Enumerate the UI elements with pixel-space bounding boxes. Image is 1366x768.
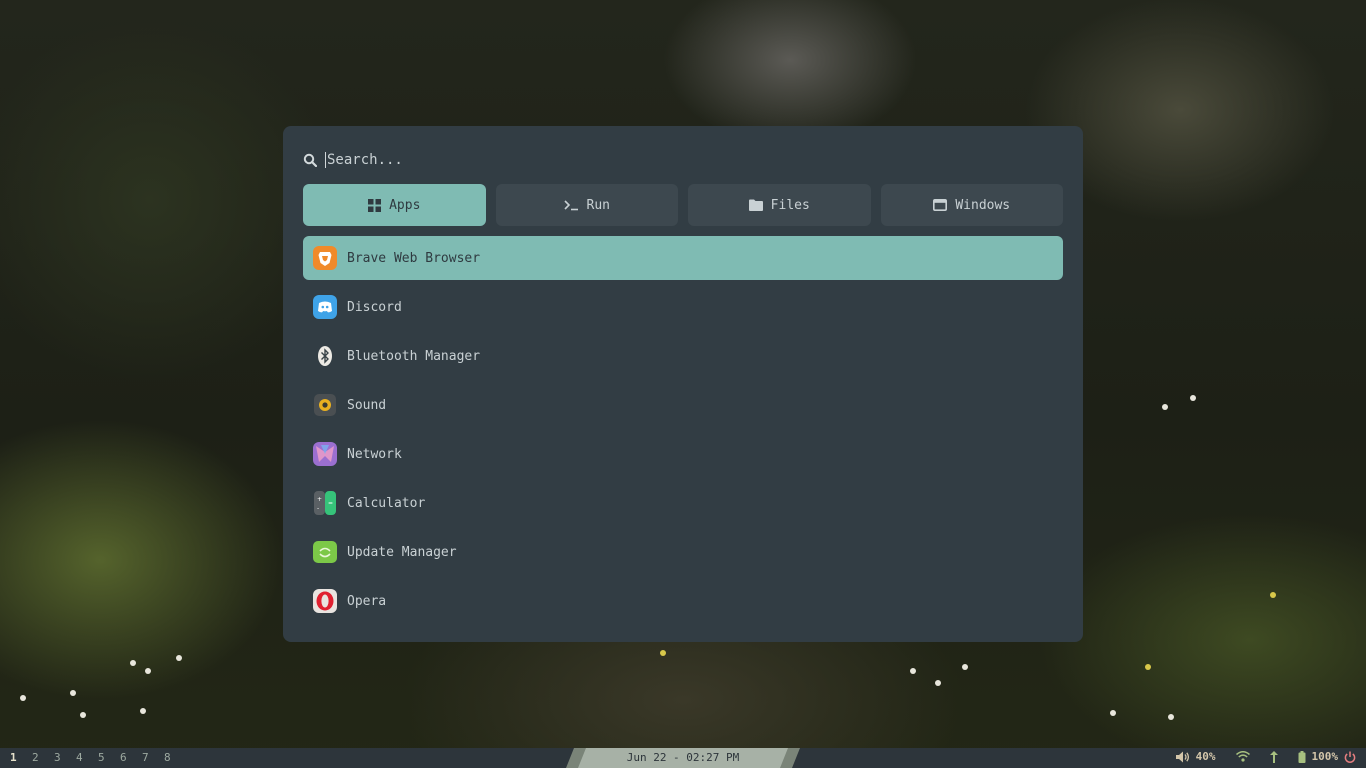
upload-arrow-icon[interactable] — [1269, 750, 1278, 763]
clock[interactable]: Jun 22 - 02:27 PM — [578, 748, 788, 768]
svg-text:+: + — [317, 496, 322, 503]
list-item-calculator[interactable]: + - = Calculator — [303, 481, 1063, 525]
search-icon — [303, 153, 317, 167]
list-item-brave[interactable]: Brave Web Browser — [303, 236, 1063, 280]
update-manager-icon — [313, 540, 337, 564]
list-item-label: Calculator — [347, 495, 426, 511]
workspace-switcher: 1 2 3 4 5 6 7 8 — [10, 751, 186, 764]
tab-run[interactable]: Run — [495, 184, 678, 226]
list-item-label: Update Manager — [347, 544, 457, 560]
window-icon — [933, 199, 948, 211]
workspace-button[interactable]: 3 — [54, 751, 76, 764]
app-launcher: Apps Run Files Windows — [283, 126, 1083, 642]
svg-text:-: - — [317, 505, 319, 512]
grid-icon — [368, 198, 382, 212]
tab-files[interactable]: Files — [688, 184, 871, 226]
tab-apps[interactable]: Apps — [303, 184, 486, 226]
workspace-button[interactable]: 5 — [98, 751, 120, 764]
tab-label: Apps — [389, 197, 421, 213]
text-cursor — [325, 152, 326, 168]
sound-icon — [313, 393, 337, 417]
list-item-network[interactable]: Network — [303, 432, 1063, 476]
tab-windows[interactable]: Windows — [880, 184, 1063, 226]
bluetooth-icon — [313, 344, 337, 368]
wifi-icon[interactable] — [1235, 751, 1250, 762]
list-item-update-manager[interactable]: Update Manager — [303, 530, 1063, 574]
list-item-opera[interactable]: Opera — [303, 579, 1063, 623]
discord-icon — [313, 295, 337, 319]
volume-icon[interactable] — [1175, 751, 1190, 763]
list-item-label: Bluetooth Manager — [347, 348, 481, 364]
search-bar[interactable] — [303, 150, 1063, 170]
workspace-button[interactable]: 2 — [32, 751, 54, 764]
list-item-label: Opera — [347, 593, 387, 609]
list-item-label: Discord — [347, 299, 402, 315]
list-item-label: Network — [347, 446, 402, 462]
brave-icon — [313, 246, 337, 270]
workspace-button[interactable]: 7 — [142, 751, 164, 764]
list-item-bluetooth[interactable]: Bluetooth Manager — [303, 334, 1063, 378]
terminal-icon — [563, 200, 578, 211]
search-input[interactable] — [327, 152, 927, 168]
power-icon[interactable] — [1344, 751, 1356, 763]
tab-label: Run — [586, 197, 610, 213]
app-list: Brave Web Browser Discord Bluetooth Mana… — [303, 236, 1063, 628]
battery-icon[interactable] — [1298, 750, 1306, 763]
tab-label: Files — [770, 197, 810, 213]
system-tray: 40% 100% — [1175, 750, 1356, 763]
list-item-label: Sound — [347, 397, 387, 413]
list-item-discord[interactable]: Discord — [303, 285, 1063, 329]
tab-label: Windows — [955, 197, 1011, 213]
folder-icon — [748, 199, 763, 211]
workspace-button[interactable]: 8 — [164, 751, 186, 764]
network-icon — [313, 442, 337, 466]
battery-level: 100% — [1311, 750, 1339, 763]
workspace-button[interactable]: 1 — [10, 751, 32, 764]
list-item-label: Brave Web Browser — [347, 250, 481, 266]
workspace-button[interactable]: 4 — [76, 751, 98, 764]
workspace-button[interactable]: 6 — [120, 751, 142, 764]
list-item-sound[interactable]: Sound — [303, 383, 1063, 427]
mode-tabs: Apps Run Files Windows — [303, 184, 1063, 226]
taskbar: 1 2 3 4 5 6 7 8 Jun 22 - 02:27 PM 40% 10… — [0, 748, 1366, 768]
svg-text:=: = — [328, 500, 333, 507]
opera-icon — [313, 589, 337, 613]
volume-level: 40% — [1195, 750, 1216, 763]
calculator-icon: + - = — [313, 491, 337, 515]
